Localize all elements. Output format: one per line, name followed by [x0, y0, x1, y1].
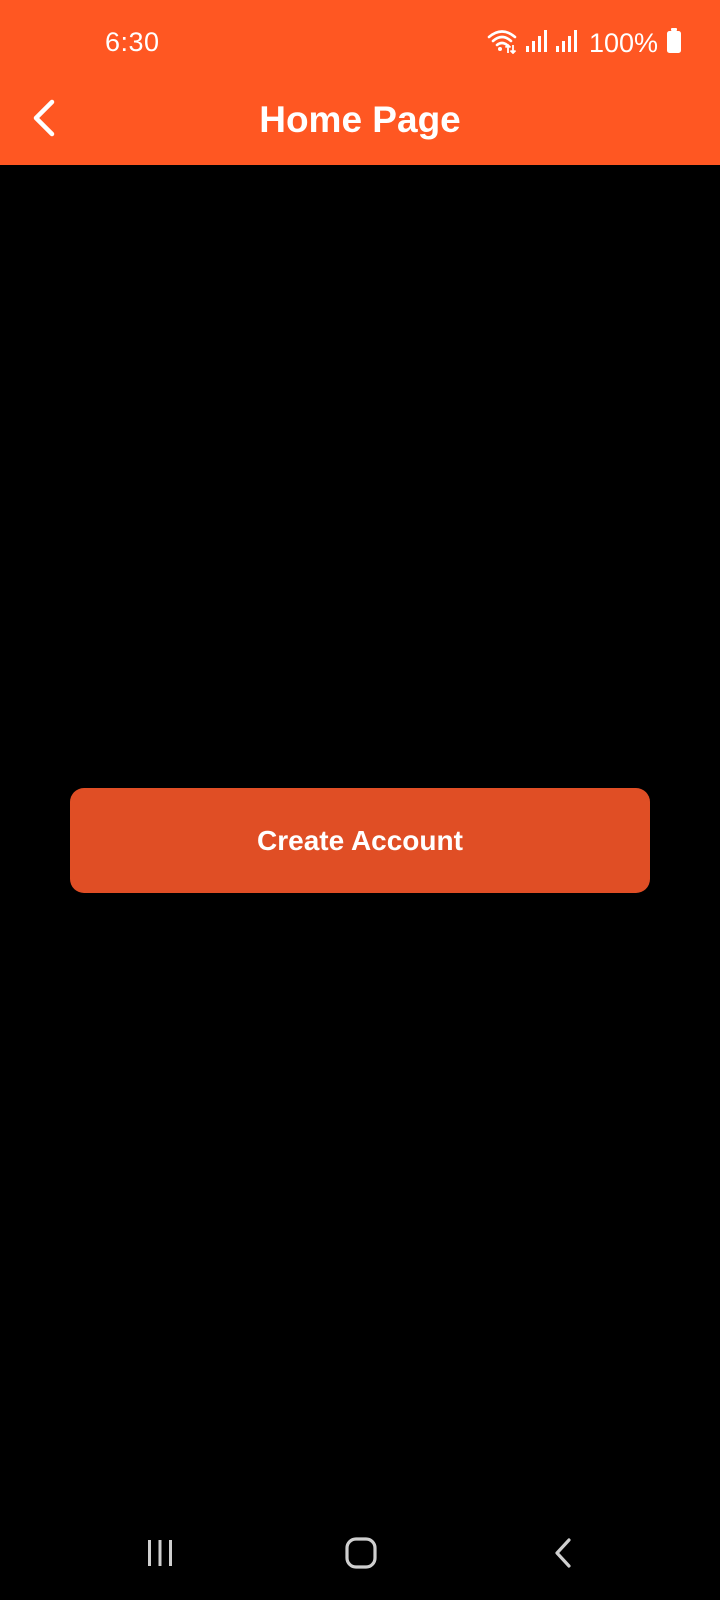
home-button[interactable] [331, 1525, 391, 1585]
wifi-icon [487, 28, 517, 59]
status-icons: 100% [487, 26, 682, 60]
nav-back-button[interactable] [533, 1525, 593, 1585]
signal-icon [525, 29, 547, 58]
status-bar: 6:30 100% [0, 0, 720, 88]
status-time: 6:30 [105, 27, 160, 57]
signal-icon [555, 29, 577, 58]
battery-percent: 100% [588, 27, 658, 58]
recent-apps-icon [145, 1538, 175, 1573]
system-nav-bar [0, 1510, 720, 1600]
recent-apps-button[interactable] [130, 1525, 190, 1585]
home-icon [344, 1536, 378, 1575]
screen: 6:30 100% Home Page Create Account [0, 0, 720, 1600]
battery-icon [666, 27, 682, 59]
create-account-button[interactable]: Create Account [70, 788, 650, 893]
page-title: Home Page [259, 99, 461, 140]
app-bar: 6:30 100% Home Page [0, 0, 720, 165]
back-icon [552, 1537, 574, 1574]
toolbar: Home Page [0, 88, 720, 165]
